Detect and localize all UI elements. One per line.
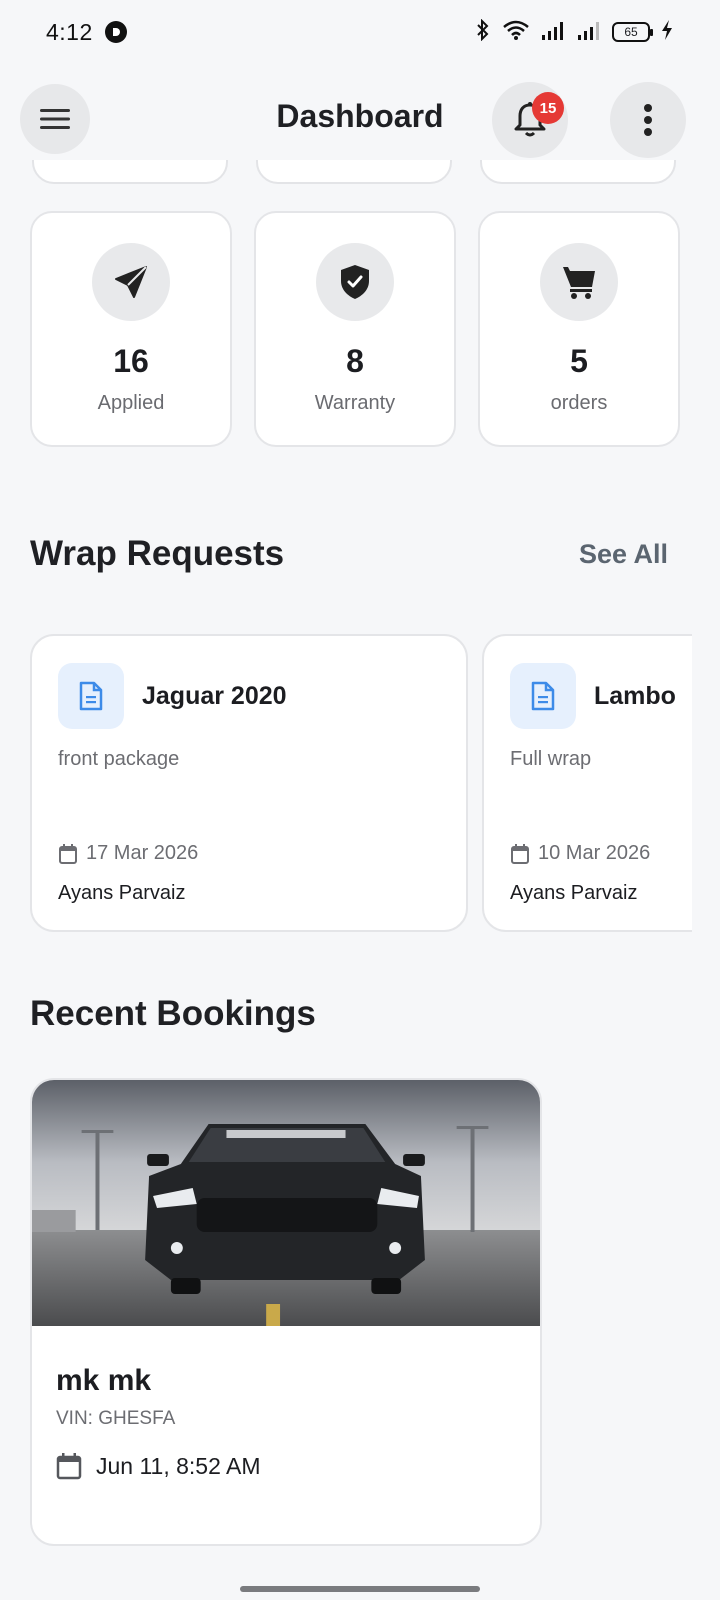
wrap-request-description: front package <box>58 748 180 770</box>
wrap-request-person: Ayans Parvaiz <box>510 882 638 904</box>
stat-card-applied[interactable]: 16 Applied <box>30 211 232 447</box>
status-right: 65 <box>474 18 674 46</box>
calendar-icon <box>511 843 529 864</box>
wrap-request-description: Full wrap <box>510 748 592 770</box>
more-options-button[interactable] <box>610 82 686 158</box>
wrap-request-date-row: 10 Mar 2026 <box>510 842 650 865</box>
recent-bookings-title: Recent Bookings <box>30 994 316 1033</box>
stat-value: 5 <box>570 343 588 379</box>
stat-label: Warranty <box>314 392 396 414</box>
calendar-icon <box>56 1453 82 1480</box>
home-indicator[interactable] <box>240 1586 480 1592</box>
document-icon <box>79 681 103 711</box>
calendar-icon <box>59 843 77 864</box>
doc-icon-wrap <box>510 663 576 729</box>
stat-icon-wrap <box>92 243 170 321</box>
paper-plane-icon <box>115 266 147 298</box>
wrap-request-title: Jaguar 2020 <box>142 682 287 710</box>
wifi-icon <box>502 19 530 46</box>
wrap-requests-title: Wrap Requests <box>30 534 285 573</box>
booking-name: mk mk <box>56 1364 152 1397</box>
stat-card-partial[interactable] <box>480 160 676 184</box>
previous-stats-row <box>0 160 720 186</box>
status-left: 4:12 <box>46 19 127 46</box>
stat-value: 16 <box>113 343 149 379</box>
booking-date: Jun 11, 8:52 AM <box>96 1452 261 1479</box>
signal-icon-2 <box>576 19 602 46</box>
cart-icon <box>563 267 595 299</box>
notification-badge: 15 <box>532 92 564 124</box>
wrap-request-date: 17 Mar 2026 <box>86 842 199 864</box>
shield-check-icon <box>341 265 369 299</box>
stat-card-warranty[interactable]: 8 Warranty <box>254 211 456 447</box>
bluetooth-icon <box>474 18 492 46</box>
stat-card-partial[interactable] <box>32 160 228 184</box>
wrap-request-card[interactable]: Jaguar 2020 front package 17 Mar 2026 Ay… <box>30 634 468 932</box>
booking-vin: VIN: GHESFA <box>56 1408 176 1429</box>
wrap-request-card[interactable]: Lambo Full wrap 10 Mar 2026 Ayans Parvai… <box>482 634 692 932</box>
status-time: 4:12 <box>46 18 93 45</box>
stat-icon-wrap <box>540 243 618 321</box>
stat-card-orders[interactable]: 5 orders <box>478 211 680 447</box>
stat-card-partial[interactable] <box>256 160 452 184</box>
app-bar: Dashboard 15 <box>0 80 720 160</box>
stat-icon-wrap <box>316 243 394 321</box>
status-bar: 4:12 65 <box>0 0 720 64</box>
charging-icon <box>660 19 674 46</box>
wrap-request-person: Ayans Parvaiz <box>58 882 186 904</box>
signal-icon <box>540 19 566 46</box>
wrap-requests-list[interactable]: Jaguar 2020 front package 17 Mar 2026 Ay… <box>30 634 692 934</box>
stat-label: Applied <box>97 392 165 414</box>
booking-date-row: Jun 11, 8:52 AM <box>56 1452 261 1480</box>
car-photo <box>32 1080 540 1326</box>
doc-icon-wrap <box>58 663 124 729</box>
see-all-button[interactable]: See All <box>579 539 668 570</box>
app-notification-icon <box>104 21 127 43</box>
stat-label: orders <box>550 392 608 414</box>
wrap-request-date: 10 Mar 2026 <box>538 842 651 864</box>
booking-card[interactable]: mk mk VIN: GHESFA Jun 11, 8:52 AM <box>30 1078 542 1546</box>
stats-row: 16 Applied 8 Warranty 5 orders <box>30 211 690 447</box>
battery-icon: 65 <box>612 22 653 42</box>
wrap-request-title: Lambo <box>594 682 676 710</box>
stat-value: 8 <box>346 343 364 379</box>
notifications-button[interactable]: 15 <box>492 82 568 158</box>
document-icon <box>531 681 555 711</box>
wrap-request-date-row: 17 Mar 2026 <box>58 842 198 865</box>
more-vertical-icon <box>644 104 652 136</box>
